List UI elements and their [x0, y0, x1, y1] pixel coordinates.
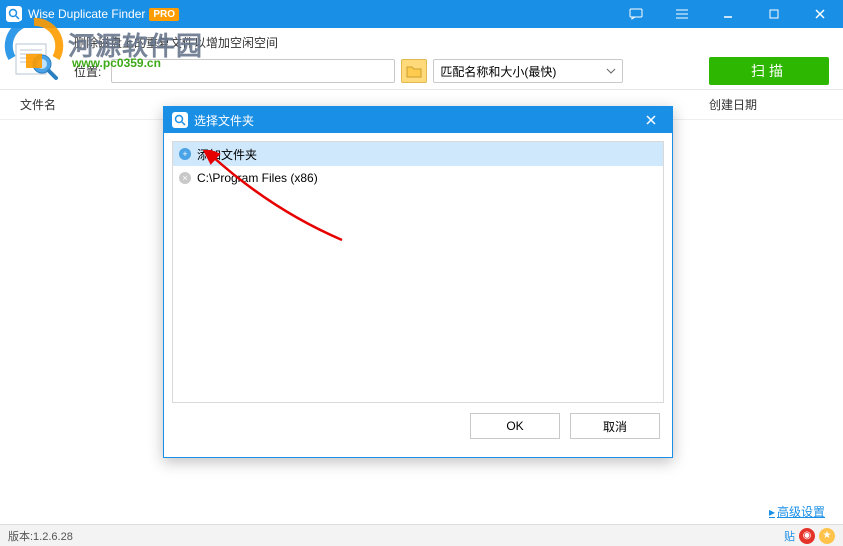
app-logo [6, 6, 22, 22]
list-item-label: 添加文件夹 [197, 146, 257, 163]
scan-icon [12, 34, 60, 82]
location-label: 位置: [74, 63, 101, 80]
dialog-titlebar: 选择文件夹 [164, 107, 672, 133]
version-label: 版本:1.2.6.28 [8, 528, 73, 544]
browse-folder-button[interactable] [401, 59, 427, 83]
column-created-date[interactable]: 创建日期 [709, 96, 829, 113]
app-title: Wise Duplicate Finder [28, 7, 145, 21]
toolbar-description: 删除磁盘上的重复文件以增加空闲空间 [74, 34, 829, 51]
folder-path-item[interactable]: × C:\Program Files (x86) [173, 166, 663, 190]
status-bar: 版本:1.2.6.28 贴 ◉ ★ [0, 524, 843, 546]
dialog-close-button[interactable] [638, 107, 664, 133]
close-button[interactable] [797, 0, 843, 28]
maximize-button[interactable] [751, 0, 797, 28]
feedback-button[interactable] [613, 0, 659, 28]
toolbar: 删除磁盘上的重复文件以增加空闲空间 位置: 匹配名称和大小(最快) 扫描 [0, 28, 843, 90]
dialog-logo [172, 112, 188, 128]
share-icon[interactable]: ★ [819, 528, 835, 544]
advanced-settings-link[interactable]: ▸高级设置 [769, 503, 825, 520]
location-input[interactable] [111, 59, 395, 83]
dialog-cancel-button[interactable]: 取消 [570, 413, 660, 439]
pro-badge: PRO [149, 8, 179, 21]
scan-button[interactable]: 扫描 [709, 57, 829, 85]
minimize-button[interactable] [705, 0, 751, 28]
remove-icon: × [179, 172, 191, 184]
add-folder-item[interactable]: + 添加文件夹 [173, 142, 663, 166]
select-folder-dialog: 选择文件夹 + 添加文件夹 × C:\Program Files (x86) O… [163, 106, 673, 458]
dialog-title: 选择文件夹 [194, 112, 254, 129]
menu-button[interactable] [659, 0, 705, 28]
tieba-label[interactable]: 贴 [784, 528, 795, 544]
chevron-down-icon [606, 68, 616, 74]
dialog-folder-list: + 添加文件夹 × C:\Program Files (x86) [172, 141, 664, 403]
titlebar: Wise Duplicate Finder PRO [0, 0, 843, 28]
list-item-label: C:\Program Files (x86) [197, 171, 318, 185]
plus-icon: + [179, 148, 191, 160]
match-mode-value: 匹配名称和大小(最快) [440, 63, 556, 80]
match-mode-select[interactable]: 匹配名称和大小(最快) [433, 59, 623, 83]
dialog-ok-button[interactable]: OK [470, 413, 560, 439]
weibo-icon[interactable]: ◉ [799, 528, 815, 544]
